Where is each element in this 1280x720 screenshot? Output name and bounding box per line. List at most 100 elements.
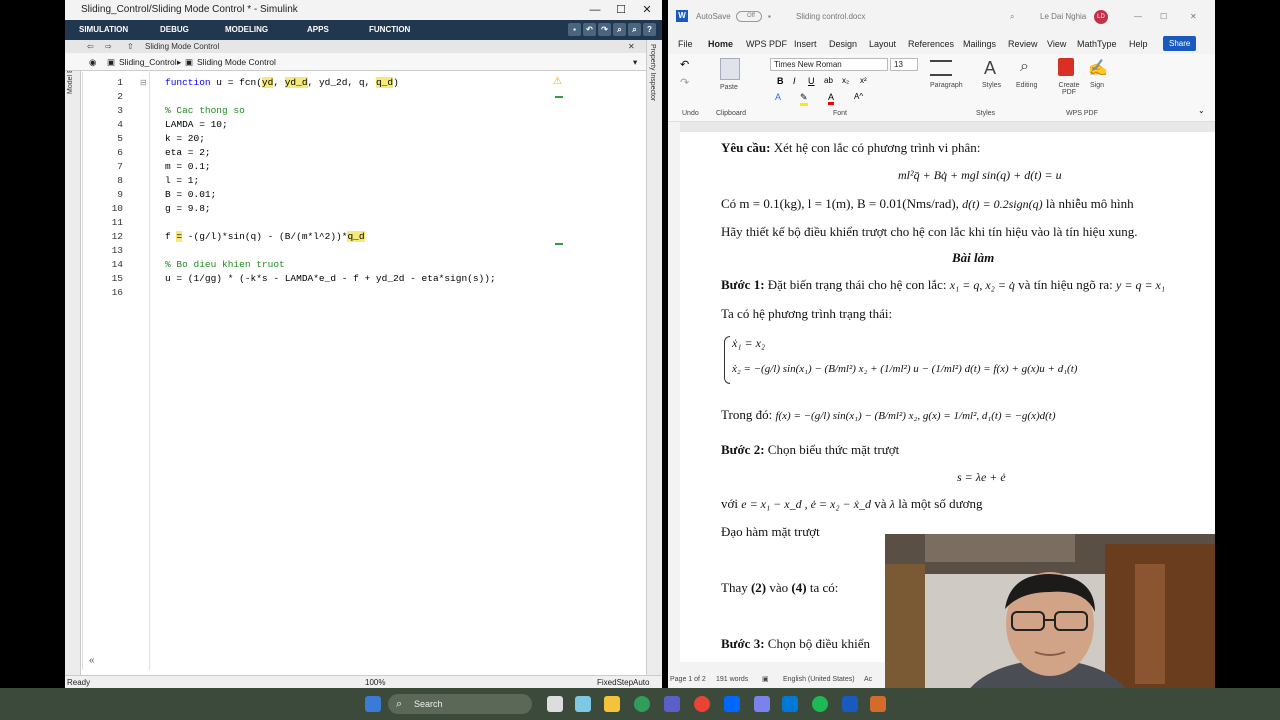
menu-home[interactable]: Home [708, 34, 734, 56]
minimize-button[interactable]: — [1134, 0, 1142, 34]
code-editor[interactable]: ⊟ 1 function u = fcn(yd, yd_d, yd_2d, q,… [82, 72, 564, 670]
editing-icon[interactable]: ⌕ [1020, 58, 1029, 76]
dropdown-icon[interactable]: ▾ [633, 53, 637, 71]
sign-icon[interactable]: ✍ [1088, 58, 1108, 78]
font-size-select[interactable]: 13 [890, 58, 918, 71]
zalo-icon[interactable] [724, 696, 740, 712]
grow-font-icon[interactable]: A^ [854, 92, 863, 101]
subscript-icon[interactable]: x₂ [842, 76, 849, 85]
word-taskbar-icon[interactable] [842, 696, 858, 712]
italic-icon[interactable]: I [793, 76, 796, 86]
tab-modeling[interactable]: MODELING [225, 20, 268, 40]
spotify-icon[interactable] [812, 696, 828, 712]
collapse-icon[interactable]: ⊟ [140, 78, 147, 87]
collapse-ribbon-icon[interactable]: ⌄ [1198, 106, 1205, 115]
strikethrough-icon[interactable]: ab [824, 76, 833, 85]
tab-function[interactable]: FUNCTION [369, 20, 410, 40]
font-name-select[interactable]: Times New Roman [770, 58, 888, 71]
teams-icon[interactable] [664, 696, 680, 712]
highlight-icon[interactable]: ✎ [800, 92, 808, 106]
styles-label[interactable]: Styles [982, 82, 1001, 89]
menu-help[interactable]: Help [1129, 34, 1148, 54]
file-explorer-icon[interactable] [604, 696, 620, 712]
code-line-10[interactable]: g = 9.8; [165, 203, 211, 214]
menu-review[interactable]: Review [1008, 34, 1038, 54]
code-line-4[interactable]: LAMDA = 10; [165, 119, 228, 130]
forward-arrow-icon[interactable]: ⇨ [105, 40, 112, 53]
search-icon[interactable]: ⌕ [628, 23, 641, 36]
help-icon[interactable]: ? [643, 23, 656, 36]
menu-view[interactable]: View [1047, 34, 1066, 54]
text-effects-icon[interactable]: A [775, 92, 781, 102]
menu-layout[interactable]: Layout [869, 34, 896, 54]
share-button[interactable]: Share [1163, 36, 1197, 51]
nav-close-icon[interactable]: ✕ [628, 40, 635, 53]
bold-icon[interactable]: B [777, 76, 784, 86]
styles-icon[interactable]: A [984, 58, 996, 79]
tab-simulation[interactable]: SIMULATION [79, 20, 128, 40]
search-box[interactable]: ⌕ Search [388, 694, 532, 714]
redo-icon[interactable]: ↷ [680, 76, 689, 89]
create-pdf-label[interactable]: Create PDF [1054, 82, 1084, 96]
breadcrumb-subsystem[interactable]: Sliding Mode Control [197, 53, 276, 71]
avatar[interactable]: LD [1094, 10, 1108, 24]
breadcrumb-model[interactable]: Sliding_Control [119, 53, 177, 71]
matlab-icon[interactable] [870, 696, 886, 712]
code-line-6[interactable]: eta = 2; [165, 147, 211, 158]
maximize-button[interactable]: ☐ [1160, 0, 1167, 34]
document-title[interactable]: Sliding control.docx [796, 0, 865, 34]
accessibility-status[interactable]: Ac [864, 671, 872, 688]
search-icon[interactable]: ⌕ [1010, 0, 1014, 34]
paragraph-label[interactable]: Paragraph [930, 82, 963, 89]
edge-icon[interactable] [634, 696, 650, 712]
back-arrow-icon[interactable]: ⇦ [87, 40, 94, 53]
code-line-15[interactable]: u = (1/gg) * (-k*s - LAMDA*e_d - f + yd_… [165, 273, 496, 284]
up-arrow-icon[interactable]: ⇧ [127, 40, 134, 53]
zoom-icon[interactable]: ⌕ [613, 23, 626, 36]
warning-icon[interactable]: ⚠ [553, 76, 562, 87]
menu-design[interactable]: Design [829, 34, 857, 54]
code-line-1[interactable]: function u = fcn(yd, yd_d, yd_2d, q, q_d… [165, 77, 399, 88]
word-count[interactable]: 191 words [716, 671, 748, 688]
task-view-icon[interactable] [547, 696, 563, 712]
chrome-icon[interactable] [694, 696, 710, 712]
menu-mailings[interactable]: Mailings [963, 34, 996, 54]
minimize-button[interactable]: — [582, 0, 608, 20]
sign-label[interactable]: Sign [1090, 82, 1104, 89]
menu-references[interactable]: References [908, 34, 954, 54]
redo-icon[interactable]: ↷ [598, 23, 611, 36]
code-line-12[interactable]: f = -(g/l)*sin(q) - (B/(m*l^2))*q_d [165, 231, 365, 242]
save-icon[interactable]: ▪ [568, 23, 581, 36]
menu-file[interactable]: File [678, 34, 693, 54]
ruler[interactable] [680, 122, 1215, 132]
menu-wps-pdf[interactable]: WPS PDF [746, 34, 787, 54]
code-line-14[interactable]: % Bo dieu khien truot [165, 259, 285, 270]
tab-debug[interactable]: DEBUG [160, 20, 189, 40]
proofing-icon[interactable]: ▣ [762, 671, 769, 688]
code-line-9[interactable]: B = 0.01; [165, 189, 216, 200]
save-icon[interactable]: ▪ [768, 0, 771, 34]
collapse-panel-icon[interactable]: « [89, 655, 95, 666]
code-line-8[interactable]: l = 1; [165, 175, 199, 186]
underline-icon[interactable]: U [808, 76, 815, 86]
undo-icon[interactable]: ↶ [583, 23, 596, 36]
menu-insert[interactable]: Insert [794, 34, 817, 54]
code-line-5[interactable]: k = 20; [165, 133, 205, 144]
editing-label[interactable]: Editing [1016, 82, 1037, 89]
teams-work-icon[interactable] [754, 696, 770, 712]
font-color-icon[interactable]: A [828, 92, 835, 105]
undo-icon[interactable]: ↶ [680, 58, 689, 71]
start-icon[interactable] [365, 696, 381, 712]
pdf-icon[interactable] [1058, 58, 1074, 76]
tab-apps[interactable]: APPS [307, 20, 329, 40]
language[interactable]: English (United States) [783, 671, 855, 688]
superscript-icon[interactable]: x² [860, 76, 867, 85]
paragraph-icon[interactable] [930, 60, 952, 76]
hide-icon[interactable]: ◉ [89, 53, 96, 71]
code-line-7[interactable]: m = 0.1; [165, 161, 211, 172]
page-count[interactable]: Page 1 of 2 [670, 671, 706, 688]
close-button[interactable]: ✕ [1190, 0, 1197, 34]
close-button[interactable]: ✕ [634, 0, 660, 20]
property-inspector-label[interactable]: Property Inspector [649, 44, 656, 109]
paste-icon[interactable] [720, 58, 740, 80]
